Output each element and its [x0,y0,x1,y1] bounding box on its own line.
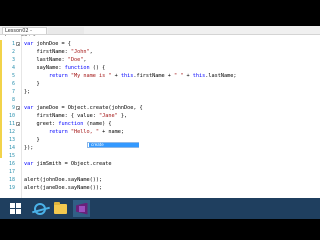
tab-lesson02[interactable]: Lesson02 - lesson02.js* [2,27,47,41]
taskbar-visual-studio[interactable] [73,200,90,217]
code-line[interactable]: alert(johnDoe.sayName()); [24,176,102,184]
fold-toggle-icon[interactable] [16,42,20,46]
intellisense-selected-item[interactable]: create [89,143,139,147]
visual-studio-icon [75,202,88,215]
taskbar [0,198,320,219]
line-number: 17 [8,169,15,175]
code-line[interactable]: } [24,136,39,144]
line-number: 19 [8,185,15,191]
fold-toggle-icon[interactable] [16,122,20,126]
line-number: 16 [8,161,15,167]
code-line[interactable]: }; [24,88,30,96]
line-number: 13 [8,137,15,143]
code-line[interactable]: var janeDoe = Object.create(johnDoe, { [24,104,143,112]
line-number: 14 [8,145,15,151]
line-number: 2 [11,49,15,55]
line-number: 10 [8,113,15,119]
taskbar-internet-explorer[interactable] [31,200,48,217]
code-line[interactable]: var johnDoe = { [24,40,71,48]
internet-explorer-icon [33,202,46,215]
folder-icon [54,201,67,214]
start-button[interactable] [7,200,24,217]
code-line[interactable]: }); [24,144,33,152]
code-editor[interactable]: 1 2 3 4 5 6 7 8 9 10 11 12 13 14 15 16 1… [0,36,320,198]
line-number: 15 [8,153,15,159]
code-line[interactable]: sayName: function () { [24,64,105,72]
fold-toggle-icon[interactable] [16,106,20,110]
code-line[interactable]: lastName: "Doe", [24,56,86,64]
line-number: 11 [8,121,15,127]
code-line[interactable]: firstName: "John", [24,48,92,56]
line-number: 12 [8,129,15,135]
code-line[interactable]: greet: function (name) { [24,120,111,128]
line-number: 18 [8,177,15,183]
code-line[interactable]: return "Hello, " + name; [24,128,124,136]
line-number: 6 [11,81,15,87]
code-line-current[interactable]: var jimSmith = Object.create [24,160,111,168]
line-number: 5 [11,73,15,79]
code-line[interactable]: alert(janeDoe.sayName()); [24,184,102,192]
code-line[interactable]: firstName: { value: "Jane" }, [24,112,127,120]
line-number: 8 [11,97,15,103]
tab-other[interactable] [48,27,84,34]
line-number: 7 [11,89,15,95]
taskbar-file-explorer[interactable] [52,200,69,217]
screen: Lesson02 - lesson02.js* 1 2 3 4 5 6 7 8 … [0,0,320,240]
gutter-divider [21,36,22,198]
line-number: 9 [11,105,15,111]
document-tab-bar: Lesson02 - lesson02.js* [0,26,320,41]
line-number: 4 [11,65,15,71]
intellisense-popup[interactable]: create [87,142,139,148]
line-number-gutter: 1 2 3 4 5 6 7 8 9 10 11 12 13 14 15 16 1… [0,36,22,198]
line-number: 1 [11,41,15,47]
windows-logo-icon [9,202,22,215]
line-number: 3 [11,57,15,63]
letterbox-bottom [0,219,320,240]
change-marker [0,40,2,158]
code-line[interactable]: } [24,80,39,88]
code-line[interactable]: return "My name is " + this.firstName + … [24,72,236,80]
